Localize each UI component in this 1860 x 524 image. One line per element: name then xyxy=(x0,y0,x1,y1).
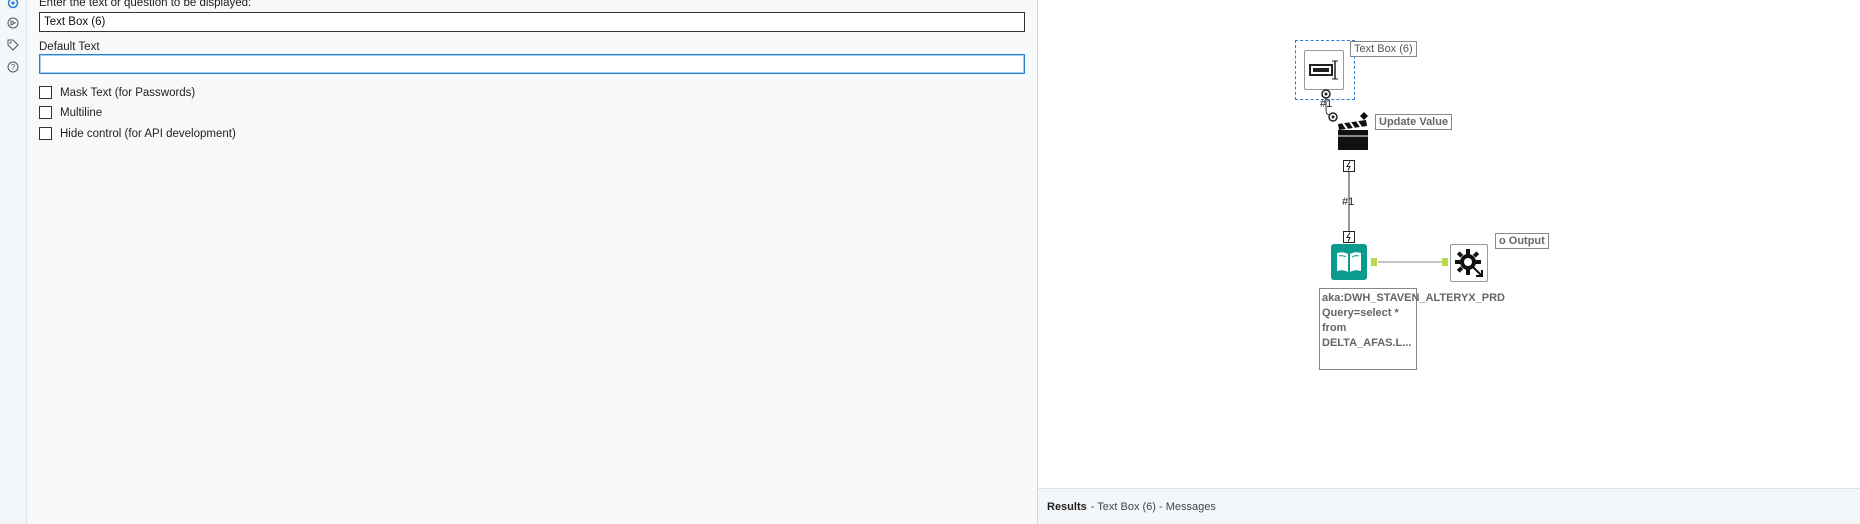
action-anchor-icon xyxy=(1343,231,1355,243)
output-anchor[interactable] xyxy=(1371,258,1377,266)
results-subtitle: - Text Box (6) - Messages xyxy=(1090,500,1216,513)
gear-output-icon xyxy=(1455,249,1483,277)
workflow-canvas[interactable]: Text Box (6) #1 Update Value #1 aka:DWH_… xyxy=(1038,0,1860,488)
update-value-icon[interactable] xyxy=(1334,112,1374,156)
workflow-connectors xyxy=(1325,93,1443,263)
question-label: Enter the text or question to be display… xyxy=(39,0,252,9)
tag-icon[interactable] xyxy=(7,39,19,51)
annotation-icon[interactable] xyxy=(7,17,19,29)
default-text-input[interactable] xyxy=(39,54,1025,74)
output-tool[interactable] xyxy=(1450,244,1488,282)
connection-label: #1 xyxy=(1320,98,1333,110)
results-title: Results xyxy=(1047,500,1087,513)
settings-icon[interactable] xyxy=(7,0,19,9)
input-anchor[interactable] xyxy=(1442,258,1448,266)
help-icon[interactable]: ? xyxy=(7,61,19,73)
update-value-annotation: Update Value xyxy=(1375,114,1453,130)
checkbox-box[interactable] xyxy=(39,106,52,119)
textbox-annotation: Text Box (6) xyxy=(1350,41,1417,57)
connection-label: #1 xyxy=(1342,196,1355,208)
output-annotation: o Output xyxy=(1495,233,1549,249)
checkbox-label: Hide control (for API development) xyxy=(60,127,236,140)
question-text-input[interactable] xyxy=(39,12,1025,32)
results-bar[interactable]: Results - Text Box (6) - Messages xyxy=(1038,488,1860,524)
checkbox-label: Mask Text (for Passwords) xyxy=(60,86,196,99)
default-text-label: Default Text xyxy=(39,41,100,53)
book-icon xyxy=(1337,252,1361,272)
mask-text-checkbox[interactable]: Mask Text (for Passwords) xyxy=(39,86,195,99)
checkbox-label: Multiline xyxy=(60,106,103,119)
left-icon-rail: ? xyxy=(0,0,27,524)
svg-text:?: ? xyxy=(11,63,16,72)
checkbox-box[interactable] xyxy=(39,86,52,99)
input-data-tool[interactable] xyxy=(1331,244,1367,280)
input-data-annotation: aka:DWH_STAVEN_ALTERYX_PRD Query=select … xyxy=(1319,288,1505,370)
textbox-icon xyxy=(1309,60,1338,80)
checkbox-box[interactable] xyxy=(39,127,52,140)
hide-control-checkbox[interactable]: Hide control (for API development) xyxy=(39,127,236,140)
multiline-checkbox[interactable]: Multiline xyxy=(39,106,102,119)
configuration-panel: Enter the text or question to be display… xyxy=(27,0,1037,524)
textbox-tool[interactable] xyxy=(1304,50,1344,90)
action-anchor-icon xyxy=(1343,160,1355,172)
